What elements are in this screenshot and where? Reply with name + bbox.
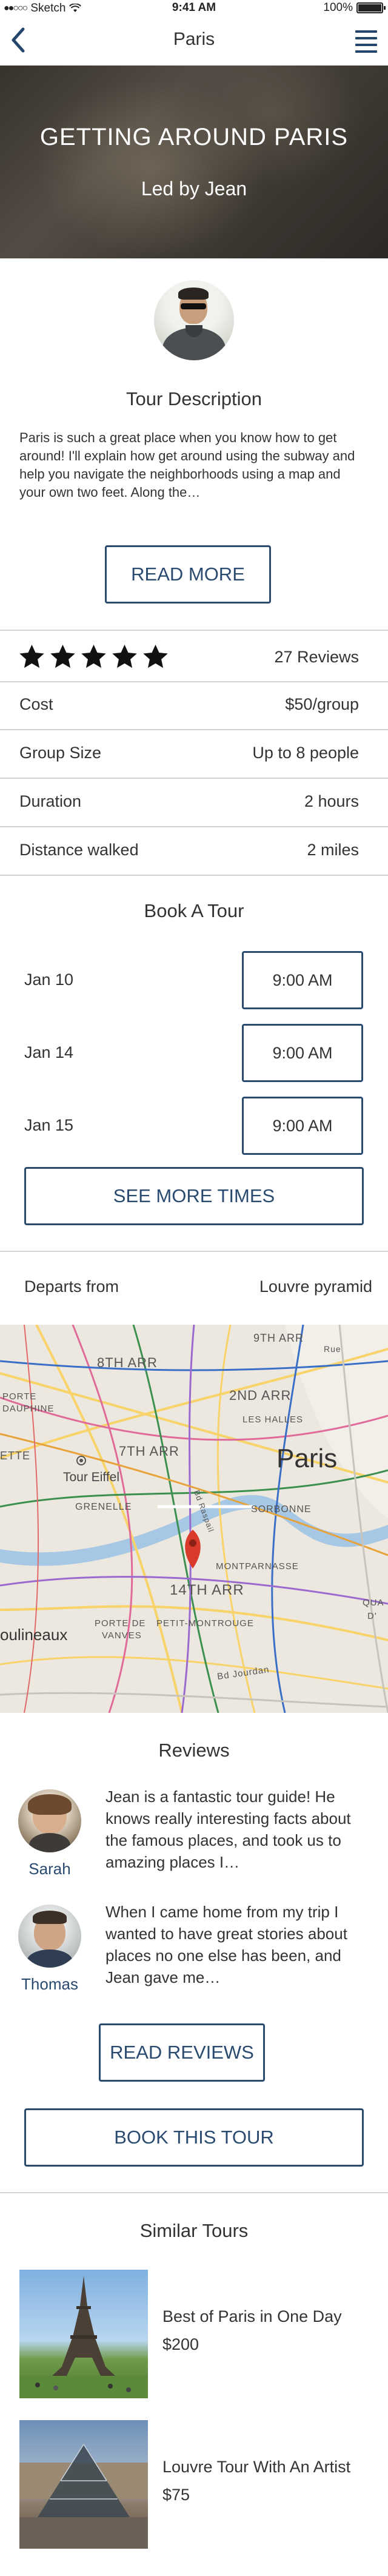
description-heading: Tour Description (126, 388, 262, 409)
departure-map[interactable]: 9TH ARR 8TH ARR Rue 2ND ARR PORTE DAUPHI… (0, 1325, 388, 1713)
reviewer-name[interactable]: Sarah (13, 1860, 86, 1878)
time-slot-button[interactable]: 9:00 AM (242, 1024, 363, 1082)
book-tour-heading: Book A Tour (144, 900, 244, 921)
description-text: Paris is such a great place when you kno… (19, 430, 355, 500)
map-label: SORBONNE (251, 1504, 312, 1515)
distance-value: 2 miles (307, 841, 359, 859)
slot-date: Jan 10 (24, 970, 74, 989)
book-this-tour-button[interactable]: BOOK THIS TOUR (24, 2108, 364, 2167)
map-label: 2ND ARR (229, 1388, 292, 1403)
hamburger-menu-icon[interactable] (355, 30, 377, 53)
slot-date: Jan 15 (24, 1116, 74, 1134)
time-slot-button[interactable]: 9:00 AM (242, 1097, 363, 1155)
time-slot-button[interactable]: 9:00 AM (242, 951, 363, 1009)
reviews-count-link[interactable]: 27 Reviews (274, 648, 359, 667)
star-icon (81, 644, 106, 668)
similar-tours-heading: Similar Tours (139, 2220, 249, 2241)
review-text: Jean is a fantastic tour guide! He knows… (105, 1787, 351, 1871)
star-icon (112, 644, 137, 668)
eiffel-tower-photo[interactable] (19, 2270, 148, 2398)
hero-subtitle: Led by Jean (141, 178, 247, 200)
similar-tour-price: $200 (162, 2335, 199, 2353)
divider (0, 875, 388, 876)
map-label: DAUPHINE (2, 1404, 55, 1414)
similar-tour-price: $75 (162, 2486, 190, 2504)
map-label: PETIT-MONTROUGE (156, 1618, 254, 1629)
map-label: PORTE (2, 1391, 37, 1402)
divider (0, 826, 388, 827)
read-more-button[interactable]: READ MORE (105, 545, 271, 604)
map-label: Rue (324, 1344, 341, 1354)
similar-tour-title[interactable]: Louvre Tour With An Artist (162, 2458, 350, 2477)
divider (0, 681, 388, 682)
map-label: 14TH ARR (170, 1582, 244, 1598)
departs-from-label: Departs from (24, 1277, 119, 1296)
map-label: GRENELLE (75, 1502, 132, 1512)
hero-banner: GETTING AROUND PARIS Led by Jean (0, 66, 388, 258)
divider (0, 729, 388, 730)
slot-date: Jan 14 (24, 1043, 74, 1061)
star-icon (50, 644, 75, 668)
map-label: Paris (276, 1444, 338, 1473)
duration-label: Duration (19, 792, 82, 810)
cost-value: $50/group (285, 695, 359, 713)
map-label: MONTPARNASSE (216, 1561, 299, 1572)
reviewer-avatar[interactable] (18, 1905, 81, 1968)
group-size-label: Group Size (19, 744, 102, 762)
louvre-pyramid-photo[interactable] (19, 2420, 148, 2549)
map-label: oulineaux (0, 1626, 68, 1644)
star-rating (18, 643, 169, 670)
map-label: LES HALLES (242, 1414, 304, 1425)
review-text: When I came home from my trip I wanted t… (105, 1903, 347, 1986)
map-label: D' (367, 1611, 377, 1621)
map-label: Tour Eiffel (63, 1470, 119, 1484)
map-label: QUA (363, 1598, 384, 1608)
divider (0, 630, 388, 631)
divider (0, 2192, 388, 2193)
status-bar: ●●○○○ Sketch 9:41 AM 100% (0, 0, 388, 16)
map-label: 7TH ARR (119, 1444, 179, 1459)
duration-value: 2 hours (304, 792, 359, 810)
hero-title: GETTING AROUND PARIS (39, 124, 349, 150)
see-more-times-button[interactable]: SEE MORE TIMES (24, 1167, 364, 1225)
battery-percent: 100% (323, 1, 353, 14)
star-icon (143, 644, 168, 668)
reviewer-name[interactable]: Thomas (13, 1975, 86, 1994)
read-reviews-button[interactable]: READ REVIEWS (99, 2023, 265, 2082)
nav-bar: Paris (0, 16, 388, 66)
battery-icon (356, 2, 386, 13)
group-size-value: Up to 8 people (252, 744, 359, 762)
map-label: 9TH ARR (253, 1332, 304, 1344)
map-label: 8TH ARR (97, 1355, 158, 1370)
map-roads (0, 1325, 388, 1713)
reviewer-avatar[interactable] (18, 1789, 81, 1852)
similar-tour-title[interactable]: Best of Paris in One Day (162, 2307, 342, 2326)
guide-avatar[interactable] (154, 280, 234, 360)
star-icon (19, 644, 44, 668)
map-label: VANVES (102, 1630, 142, 1641)
reviews-heading: Reviews (158, 1740, 230, 1761)
departs-from-value: Louvre pyramid (259, 1277, 372, 1296)
divider (0, 778, 388, 779)
divider (0, 1251, 388, 1252)
cost-label: Cost (19, 695, 53, 713)
distance-label: Distance walked (19, 841, 139, 859)
nav-title: Paris (173, 29, 215, 49)
map-label: PORTE DE (95, 1618, 146, 1629)
map-label: ETTE (0, 1450, 31, 1462)
